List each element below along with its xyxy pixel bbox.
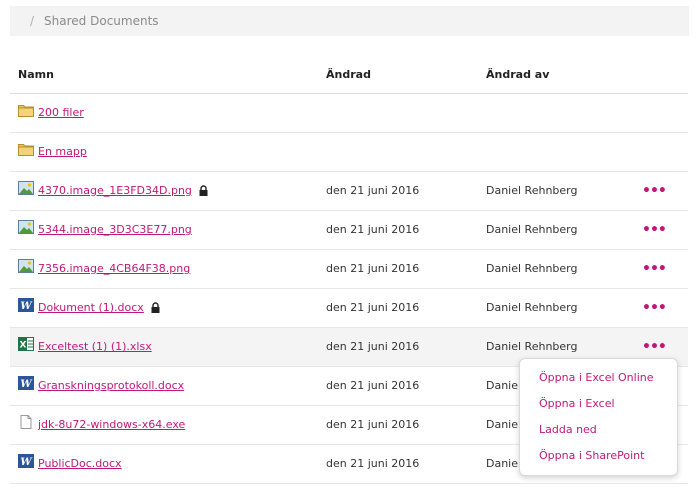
name-cell-content: W Granskningsprotokoll.docx <box>18 375 326 393</box>
table-row[interactable]: W Dokument (1).docx den 21 juni 2016 Daniel… <box>10 288 688 328</box>
menu-item-download[interactable]: Ladda ned <box>520 419 677 445</box>
svg-text:W: W <box>20 457 33 468</box>
cell-actions <box>638 132 688 172</box>
word-file-icon: W <box>18 297 34 312</box>
column-header-actions <box>638 56 688 94</box>
excel-file-icon: X <box>18 336 34 351</box>
name-cell-content: 4370.image_1E3FD34D.png <box>18 180 326 198</box>
column-header-modified[interactable]: Ändrad <box>326 56 486 94</box>
cell-modified: den 21 juni 2016 <box>326 405 486 445</box>
column-header-name[interactable]: Namn <box>10 56 326 94</box>
cell-modified: den 21 juni 2016 <box>326 249 486 289</box>
folder-icon <box>18 103 34 117</box>
cell-actions <box>638 93 688 133</box>
table-row[interactable]: En mapp <box>10 132 688 172</box>
menu-item-open-excel-online[interactable]: Öppna i Excel Online <box>520 367 677 393</box>
word-file-icon: W <box>18 453 34 468</box>
cell-modified-by <box>486 93 638 133</box>
name-cell-content: 200 filer <box>18 103 326 120</box>
folder-icon <box>18 142 34 156</box>
menu-item-open-sharepoint[interactable]: Öppna i SharePoint <box>520 445 677 471</box>
svg-text:W: W <box>20 301 33 312</box>
cell-modified-by: Daniel Rehnberg <box>486 288 638 328</box>
file-name-link[interactable]: PublicDoc.docx <box>38 457 122 470</box>
name-cell-content: W PublicDoc.docx <box>18 453 326 471</box>
file-name-link[interactable]: En mapp <box>38 145 87 158</box>
cell-name: W PublicDoc.docx <box>10 444 326 484</box>
cell-name: 200 filer <box>10 93 326 133</box>
cell-name: W Granskningsprotokoll.docx <box>10 366 326 406</box>
svg-text:W: W <box>20 379 33 390</box>
more-options-icon[interactable]: ••• <box>638 183 667 199</box>
cell-modified-by: Daniel Rehnberg <box>486 171 638 211</box>
name-cell-content: En mapp <box>18 142 326 159</box>
name-cell-content: jdk-8u72-windows-x64.exe <box>18 414 326 432</box>
cell-modified: den 21 juni 2016 <box>326 444 486 484</box>
cell-modified: den 21 juni 2016 <box>326 327 486 367</box>
cell-actions: ••• <box>638 210 688 250</box>
file-name-link[interactable]: Dokument (1).docx <box>38 301 144 314</box>
column-header-modified-by[interactable]: Ändrad av <box>486 56 638 94</box>
name-cell-content: 5344.image_3D3C3E77.png <box>18 219 326 237</box>
file-name-link[interactable]: Exceltest (1) (1).xlsx <box>38 340 152 353</box>
cell-actions: ••• <box>638 171 688 211</box>
cell-name: En mapp <box>10 132 326 172</box>
cell-actions: ••• <box>638 288 688 328</box>
file-name-link[interactable]: 7356.image_4CB64F38.png <box>38 262 190 275</box>
file-name-link[interactable]: 4370.image_1E3FD34D.png <box>38 184 192 197</box>
image-file-icon <box>18 258 34 273</box>
cell-actions: ••• <box>638 249 688 289</box>
context-menu: Öppna i Excel Online Öppna i Excel Ladda… <box>519 358 678 476</box>
name-cell-content: W Dokument (1).docx <box>18 297 326 315</box>
word-file-icon: W <box>18 375 34 390</box>
menu-item-open-excel[interactable]: Öppna i Excel <box>520 393 677 419</box>
name-cell-content: 7356.image_4CB64F38.png <box>18 258 326 276</box>
table-row[interactable]: 200 filer <box>10 93 688 133</box>
lock-icon <box>150 302 161 313</box>
cell-modified-by: Daniel Rehnberg <box>486 249 638 289</box>
file-name-link[interactable]: 5344.image_3D3C3E77.png <box>38 223 192 236</box>
cell-name: W Dokument (1).docx <box>10 288 326 328</box>
table-row[interactable]: 5344.image_3D3C3E77.png den 21 juni 2016 D… <box>10 210 688 250</box>
file-name-link[interactable]: Granskningsprotokoll.docx <box>38 379 184 392</box>
breadcrumb-separator: / <box>30 14 35 28</box>
svg-text:X: X <box>20 340 27 350</box>
more-options-icon[interactable]: ••• <box>638 339 667 355</box>
name-cell-content: X Exceltest (1) (1).xlsx <box>18 336 326 354</box>
more-options-icon[interactable]: ••• <box>638 261 667 277</box>
more-options-icon[interactable]: ••• <box>638 222 667 238</box>
cell-modified-by <box>486 132 638 172</box>
breadcrumb-current[interactable]: Shared Documents <box>44 14 158 28</box>
file-name-link[interactable]: 200 filer <box>38 106 84 119</box>
cell-modified: den 21 juni 2016 <box>326 171 486 211</box>
table-row[interactable]: 4370.image_1E3FD34D.png den 21 juni 2016 D… <box>10 171 688 211</box>
image-file-icon <box>18 180 34 195</box>
cell-name: 5344.image_3D3C3E77.png <box>10 210 326 250</box>
more-options-icon[interactable]: ••• <box>638 300 667 316</box>
file-name-link[interactable]: jdk-8u72-windows-x64.exe <box>38 418 185 431</box>
lock-icon <box>198 185 209 196</box>
image-file-icon <box>18 219 34 234</box>
cell-modified-by: Daniel Rehnberg <box>486 210 638 250</box>
cell-modified: den 21 juni 2016 <box>326 288 486 328</box>
cell-modified: den 21 juni 2016 <box>326 210 486 250</box>
cell-name: 7356.image_4CB64F38.png <box>10 249 326 289</box>
cell-modified: den 21 juni 2016 <box>326 366 486 406</box>
cell-name: jdk-8u72-windows-x64.exe <box>10 405 326 445</box>
generic-file-icon <box>18 414 34 429</box>
cell-modified <box>326 132 486 172</box>
table-row[interactable]: 7356.image_4CB64F38.png den 21 juni 2016 D… <box>10 249 688 289</box>
cell-name: 4370.image_1E3FD34D.png <box>10 171 326 211</box>
cell-modified <box>326 93 486 133</box>
table-header-row: Namn Ändrad Ändrad av <box>10 56 688 94</box>
cell-name: X Exceltest (1) (1).xlsx <box>10 327 326 367</box>
breadcrumb: / Shared Documents <box>10 6 689 36</box>
